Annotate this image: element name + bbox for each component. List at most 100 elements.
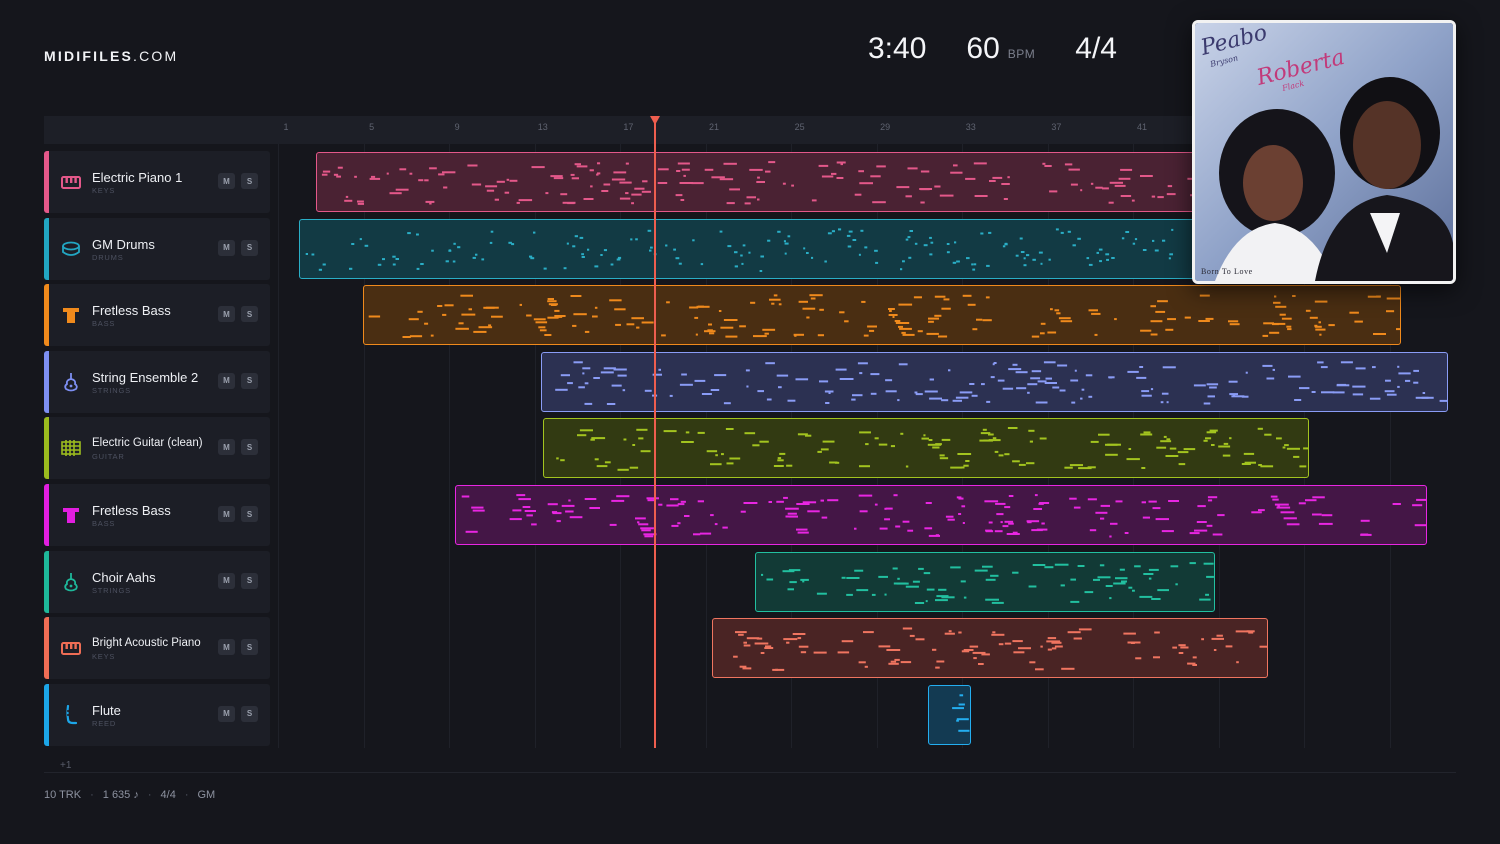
midi-clip[interactable] [712, 618, 1268, 679]
track-name: Flute [92, 702, 121, 718]
midi-clip[interactable] [543, 418, 1309, 479]
track-color-bar [44, 550, 49, 613]
solo-button[interactable]: S [241, 705, 258, 722]
track-name: Electric Piano 1 [92, 170, 183, 185]
clip-notes [733, 627, 1267, 672]
track-category: STRINGS [92, 385, 131, 395]
solo-button[interactable]: S [241, 239, 258, 256]
track-header[interactable]: GM Drums DRUMS M S [44, 217, 270, 280]
solo-button[interactable]: S [241, 306, 258, 323]
playhead-marker[interactable] [650, 116, 660, 125]
track-category: BASS [92, 319, 116, 329]
transport-stats: 3:40 60 BPM 4/4 [868, 32, 1117, 66]
clip-notes [761, 561, 1214, 604]
track-header[interactable]: Fretless Bass BASS M S [44, 484, 270, 546]
midi-clip[interactable] [928, 684, 971, 745]
clip-notes [555, 361, 1447, 405]
mute-button[interactable]: M [218, 506, 235, 522]
clip-notes [321, 161, 1223, 205]
album-cover: Peabo Bryson Roberta Flack Born To Love [1192, 20, 1456, 284]
track-name: Bright Acoustic Piano [92, 637, 201, 650]
solo-button[interactable]: S [241, 639, 258, 656]
midi-clip[interactable] [755, 551, 1215, 612]
footer-time-signature: 4/4 [160, 789, 176, 801]
track-name: Electric Guitar (clean) [92, 437, 203, 450]
clip-notes [461, 494, 1426, 538]
track-header[interactable]: Fretless Bass BASS M S [44, 284, 270, 347]
solo-button[interactable]: S [241, 506, 258, 522]
track-header[interactable]: String Ensemble 2 STRINGS M S [44, 350, 270, 413]
track-color-bar [44, 683, 49, 746]
track-header[interactable]: Choir Aahs STRINGS M S [44, 550, 270, 613]
bass-icon [61, 305, 81, 325]
logo-suffix: .COM [133, 48, 179, 64]
ruler-tick: 1 [283, 122, 289, 132]
logo: MIDIFILES.COM [44, 48, 179, 64]
midi-clip[interactable] [363, 285, 1401, 346]
track-color-bar [44, 284, 49, 347]
ruler-tick: 5 [369, 122, 375, 132]
solo-button[interactable]: S [241, 173, 258, 189]
solo-button[interactable]: S [241, 439, 258, 456]
footer-track-count: 10 TRK [44, 789, 82, 801]
tempo-unit: BPM [1007, 47, 1036, 61]
track-name: Choir Aahs [92, 569, 156, 585]
grid-line [278, 144, 279, 748]
track-color-bar [44, 417, 49, 480]
ruler-tick: 25 [794, 122, 805, 132]
ruler-tick: 17 [623, 122, 634, 132]
ruler-tick: 9 [454, 122, 460, 132]
track-name: Fretless Bass [92, 303, 171, 319]
ruler-tick: 33 [965, 122, 976, 132]
track-header[interactable]: Electric Piano 1 KEYS M S [44, 151, 270, 213]
track-color-bar [44, 350, 49, 413]
more-tracks-indicator[interactable]: +1 [60, 760, 71, 771]
track-header[interactable]: Electric Guitar (clean) GUITAR M S [44, 417, 270, 480]
track-name: GM Drums [92, 236, 155, 252]
footer-standard: GM [197, 789, 216, 801]
clip-notes [952, 694, 970, 732]
violin-icon [61, 372, 81, 392]
track-color-bar [44, 484, 49, 546]
midi-clip[interactable] [299, 218, 1238, 279]
footer-stats: 10 TRK · 1 635 ♪ · 4/4 · GM [44, 789, 216, 801]
album-title: Born To Love [1201, 267, 1253, 276]
track-header[interactable]: Flute REED M S [44, 683, 270, 746]
ruler-tick: 41 [1136, 122, 1148, 132]
mute-button[interactable]: M [218, 372, 235, 389]
violin-icon [61, 572, 81, 592]
song-duration: 3:40 [868, 32, 927, 65]
mute-button[interactable]: M [218, 572, 235, 589]
mute-button[interactable]: M [218, 639, 235, 656]
midi-clip[interactable] [316, 152, 1238, 212]
track-color-bar [44, 617, 49, 680]
track-category: STRINGS [92, 585, 131, 595]
album-cover-art: Peabo Bryson Roberta Flack [1195, 23, 1453, 281]
track-category: REED [92, 718, 117, 728]
guitar-icon [61, 438, 81, 458]
track-color-bar [44, 217, 49, 280]
mute-button[interactable]: M [218, 239, 235, 256]
midi-clip[interactable] [541, 351, 1448, 412]
clip-notes [368, 294, 1400, 339]
bass-icon [61, 505, 81, 525]
time-signature: 4/4 [1075, 32, 1117, 65]
track-name: String Ensemble 2 [92, 369, 199, 385]
flute-icon [61, 704, 81, 725]
mute-button[interactable]: M [218, 306, 235, 323]
track-color-bar [44, 151, 49, 213]
ruler-tick: 37 [1051, 122, 1062, 132]
track-category: KEYS [92, 652, 116, 662]
piano-icon [61, 638, 81, 658]
playhead[interactable] [654, 118, 656, 748]
ruler-tick: 21 [708, 122, 720, 132]
piano-icon [61, 172, 81, 192]
track-header[interactable]: Bright Acoustic Piano KEYS M S [44, 617, 270, 680]
solo-button[interactable]: S [241, 572, 258, 589]
mute-button[interactable]: M [218, 439, 235, 456]
footer-divider [44, 772, 1456, 773]
solo-button[interactable]: S [241, 372, 258, 389]
mute-button[interactable]: M [218, 173, 235, 189]
mute-button[interactable]: M [218, 705, 235, 722]
midi-clip[interactable] [455, 485, 1427, 545]
